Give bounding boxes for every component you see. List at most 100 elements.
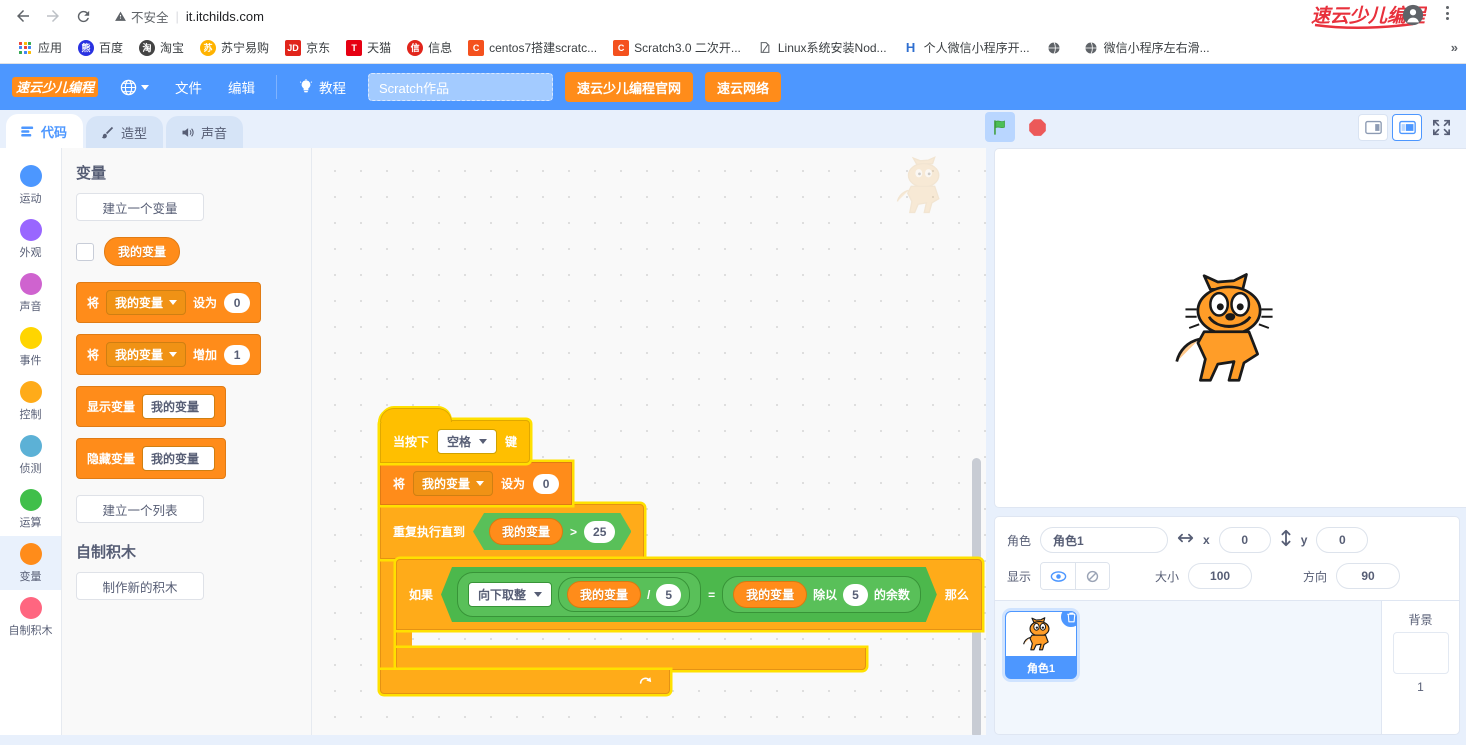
network-button[interactable]: 速云网络 <box>705 72 781 102</box>
menu-file[interactable]: 文件 <box>163 72 214 102</box>
palette-blocks: 将 我的变量 设为 0 将 我的变量 增加 1 显示变量 我的变量 <box>76 282 311 479</box>
profile-avatar[interactable] <box>1402 4 1424 26</box>
variable-reporter[interactable]: 我的变量 <box>489 518 563 545</box>
category-variables[interactable]: 变量 <box>0 536 61 590</box>
bookmark-wechat-miniapp[interactable]: H 个人微信小程序开... <box>896 36 1037 59</box>
math-function-dropdown[interactable]: 向下取整 <box>468 582 552 607</box>
bookmark-globe-1[interactable] <box>1039 37 1074 59</box>
bookmark-suning[interactable]: 苏 苏宁易购 <box>193 36 276 59</box>
address-bar[interactable]: 不安全 | it.itchilds.com <box>104 3 1458 29</box>
code-workspace[interactable]: 当按下 空格 键 将 我的变量 设为 0 重复执行直到 <box>312 148 986 735</box>
app-logo[interactable]: 速云少儿编程 <box>12 74 98 100</box>
language-menu[interactable] <box>108 72 161 102</box>
variable-dropdown[interactable]: 我的变量 <box>106 342 186 367</box>
if-body-empty-slot[interactable] <box>412 630 866 648</box>
palette-show-variable-block[interactable]: 显示变量 我的变量 <box>76 386 226 427</box>
make-list-button[interactable]: 建立一个列表 <box>76 495 204 523</box>
make-variable-button[interactable]: 建立一个变量 <box>76 193 204 221</box>
show-sprite-button[interactable] <box>1041 563 1075 589</box>
category-sensing[interactable]: 侦测 <box>0 428 61 482</box>
value-input[interactable]: 25 <box>584 521 615 543</box>
divide-operator-block[interactable]: 我的变量 / 5 <box>558 577 690 612</box>
variable-dropdown[interactable]: 我的变量 <box>106 290 186 315</box>
category-label: 运动 <box>20 190 42 206</box>
chrome-menu-button[interactable] <box>1438 6 1456 20</box>
script-stack[interactable]: 当按下 空格 键 将 我的变量 设为 0 重复执行直到 <box>380 420 982 694</box>
make-block-button[interactable]: 制作新的积木 <box>76 572 204 600</box>
category-color-dot <box>20 165 42 187</box>
variable-pill[interactable]: 我的变量 <box>104 237 180 266</box>
category-operators[interactable]: 运算 <box>0 482 61 536</box>
official-site-button[interactable]: 速云少儿编程官网 <box>565 72 693 102</box>
bookmark-tmall[interactable]: T 天猫 <box>339 36 398 59</box>
key-dropdown[interactable]: 空格 <box>437 429 497 454</box>
stage-canvas[interactable] <box>994 148 1466 508</box>
green-flag-button[interactable] <box>985 112 1015 142</box>
bookmark-taobao[interactable]: 淘 淘宝 <box>132 36 191 59</box>
category-motion[interactable]: 运动 <box>0 158 61 212</box>
set-variable-block[interactable]: 将 我的变量 设为 0 <box>380 462 572 505</box>
fullscreen-button[interactable] <box>1426 114 1456 141</box>
value-input[interactable]: 0 <box>533 474 559 494</box>
x-input[interactable]: 0 <box>1219 527 1271 553</box>
bookmark-message[interactable]: 信 信息 <box>400 36 459 59</box>
stage-selector-pane[interactable]: 背景 1 <box>1382 601 1460 735</box>
bookmark-jd[interactable]: JD 京东 <box>278 36 337 59</box>
round-operator-block[interactable]: 向下取整 我的变量 / 5 <box>457 572 701 617</box>
greater-than-operator-block[interactable]: 我的变量 > 25 <box>473 513 631 550</box>
variable-reporter[interactable]: 我的变量 <box>567 581 641 608</box>
normal-stage-button[interactable] <box>1392 114 1422 141</box>
variable-dropdown[interactable]: 我的变量 <box>142 446 215 471</box>
menu-tutorials[interactable]: 教程 <box>286 72 358 102</box>
bookmark-scratch3[interactable]: C Scratch3.0 二次开... <box>606 36 748 59</box>
sprite-card-1[interactable]: 角色1 <box>1005 611 1077 679</box>
value-input[interactable]: 0 <box>224 293 250 313</box>
bookmark-wechat-slide[interactable]: 微信小程序左右滑... <box>1076 36 1217 59</box>
category-my-blocks[interactable]: 自制积木 <box>0 590 61 644</box>
bookmark-apps[interactable]: 应用 <box>10 36 69 59</box>
bookmark-linux-node[interactable]: Linux系统安装Nod... <box>750 36 894 59</box>
modulo-operator-block[interactable]: 我的变量 除以 5 的余数 <box>722 576 921 613</box>
stop-button[interactable] <box>1025 115 1049 139</box>
menu-edit[interactable]: 编辑 <box>216 72 267 102</box>
repeat-until-block[interactable]: 重复执行直到 我的变量 > 25 <box>380 504 644 559</box>
bookmark-label: 苏宁易购 <box>221 39 269 56</box>
if-then-block[interactable]: 如果 向下取整 我的变量 / 5 <box>396 559 982 630</box>
variable-dropdown[interactable]: 我的变量 <box>413 471 493 496</box>
reload-button[interactable] <box>68 1 98 31</box>
direction-input[interactable]: 90 <box>1336 563 1400 589</box>
bookmark-baidu[interactable]: 熊 百度 <box>71 36 130 59</box>
project-title-input[interactable]: Scratch作品 <box>368 73 553 101</box>
small-stage-button[interactable] <box>1358 114 1388 141</box>
variable-checkbox[interactable] <box>76 243 94 261</box>
variable-reporter[interactable]: 我的变量 <box>733 581 807 608</box>
tab-costumes[interactable]: 造型 <box>86 116 163 148</box>
variable-dropdown[interactable]: 我的变量 <box>142 394 215 419</box>
stage-sprite-cat[interactable] <box>1169 272 1299 384</box>
tab-code[interactable]: 代码 <box>6 114 83 148</box>
category-looks[interactable]: 外观 <box>0 212 61 266</box>
category-control[interactable]: 控制 <box>0 374 61 428</box>
when-key-pressed-block[interactable]: 当按下 空格 键 <box>380 420 530 463</box>
value-input[interactable]: 5 <box>656 584 681 606</box>
forward-button[interactable] <box>38 1 68 31</box>
value-input[interactable]: 5 <box>843 584 868 606</box>
tab-sounds[interactable]: 声音 <box>166 116 243 148</box>
category-events[interactable]: 事件 <box>0 320 61 374</box>
bookmark-centos7[interactable]: C centos7搭建scratc... <box>461 36 604 59</box>
green-flag-icon <box>991 118 1010 137</box>
palette-hide-variable-block[interactable]: 隐藏变量 我的变量 <box>76 438 226 479</box>
category-sound[interactable]: 声音 <box>0 266 61 320</box>
equals-operator-block[interactable]: 向下取整 我的变量 / 5 = <box>441 567 937 622</box>
y-input[interactable]: 0 <box>1316 527 1368 553</box>
size-label: 大小 <box>1155 568 1179 585</box>
palette-set-variable-block[interactable]: 将 我的变量 设为 0 <box>76 282 261 323</box>
category-color-dot <box>20 543 42 565</box>
value-input[interactable]: 1 <box>224 345 250 365</box>
back-button[interactable] <box>8 1 38 31</box>
sprite-name-input[interactable]: 角色1 <box>1040 527 1168 553</box>
hide-sprite-button[interactable] <box>1075 563 1109 589</box>
bookmarks-overflow-button[interactable]: » <box>1451 40 1458 55</box>
size-input[interactable]: 100 <box>1188 563 1252 589</box>
palette-change-variable-block[interactable]: 将 我的变量 增加 1 <box>76 334 261 375</box>
